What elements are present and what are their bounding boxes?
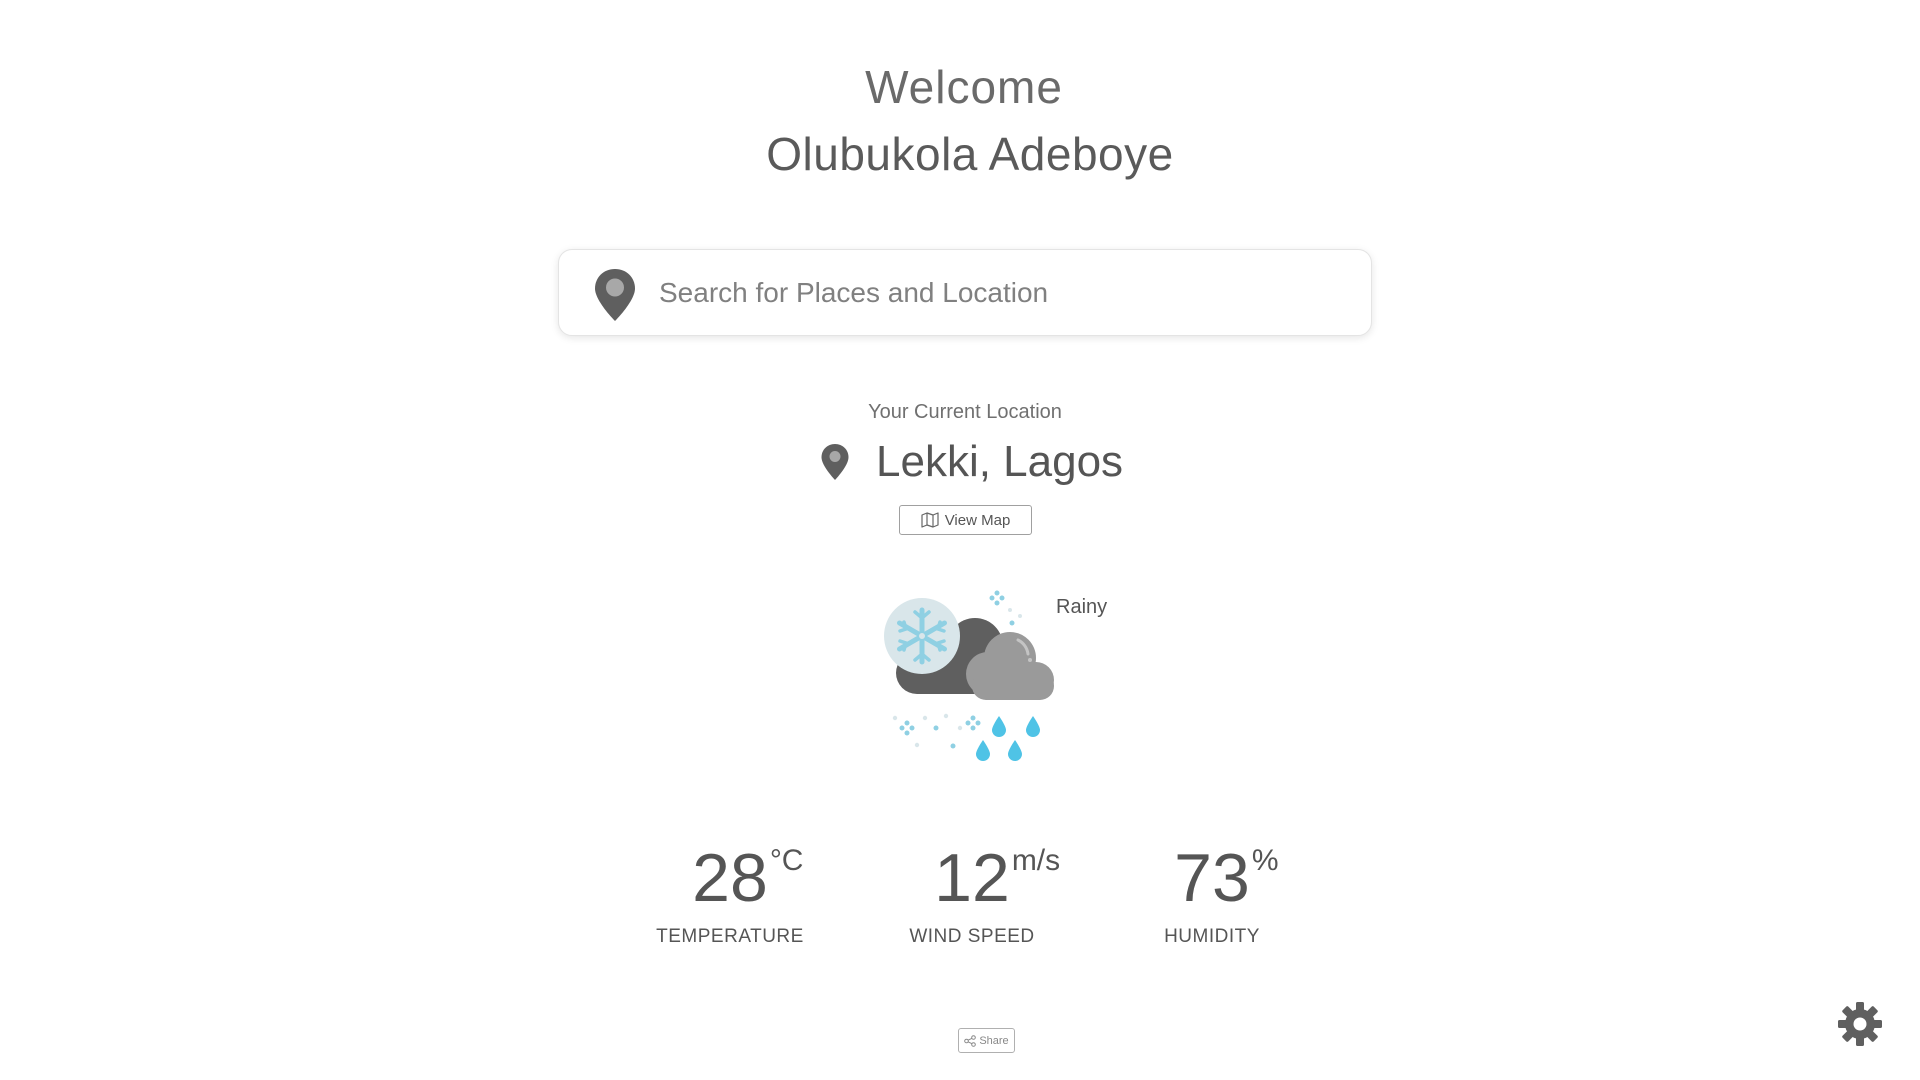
search-box[interactable] [558, 249, 1372, 336]
user-name: Olubukola Adeboye [766, 128, 1174, 180]
share-label: Share [979, 1034, 1009, 1047]
search-input[interactable] [659, 268, 1339, 318]
wind-speed-value: 12 [934, 840, 1010, 916]
view-map-button[interactable]: View Map [899, 505, 1032, 535]
share-icon [964, 1034, 977, 1047]
current-location: Lekki, Lagos [820, 432, 1123, 492]
welcome-heading: Welcome [865, 61, 1063, 113]
weather-app: Welcome Olubukola Adeboye Your Current L… [0, 0, 1920, 1080]
temperature-label: TEMPERATURE [656, 926, 804, 947]
view-map-label: View Map [944, 511, 1011, 529]
wind-speed-stat: 12 m/s WIND SPEED [872, 840, 1072, 948]
location-pin-icon [821, 444, 849, 480]
temperature-value: 28 [692, 840, 768, 916]
share-button[interactable]: Share [958, 1028, 1015, 1053]
snow-rain-cloud-icon [884, 590, 1054, 761]
humidity-label: HUMIDITY [1164, 926, 1260, 947]
humidity-unit: % [1251, 844, 1279, 877]
location-pin-icon [595, 269, 635, 321]
map-icon [921, 512, 939, 528]
gear-icon [1838, 1002, 1882, 1046]
temperature-stat: 28 °C TEMPERATURE [630, 840, 830, 948]
current-location-label: Your Current Location [868, 401, 1062, 423]
location-name: Lekki, Lagos [876, 437, 1124, 486]
temperature-unit: °C [769, 844, 804, 877]
humidity-value: 73 [1174, 840, 1250, 916]
wind-speed-label: WIND SPEED [909, 926, 1035, 947]
weather-condition: Rainy [1056, 596, 1108, 618]
settings-button[interactable] [1836, 1000, 1884, 1048]
humidity-stat: 73% HUMIDITY [1112, 840, 1312, 948]
wind-speed-unit: m/s [1011, 844, 1061, 877]
